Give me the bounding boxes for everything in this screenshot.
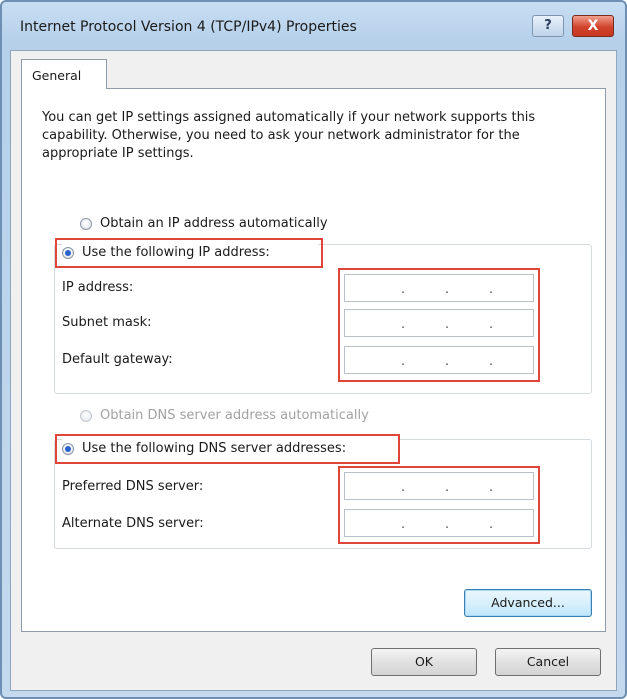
use-following-dns-label: Use the following DNS server addresses: [82,441,347,456]
use-following-ip-option[interactable]: Use the following IP address: [62,242,318,264]
window-title: Internet Protocol Version 4 (TCP/IPv4) P… [20,19,357,35]
close-button[interactable]: X [572,15,614,37]
subnet-mask-label: Subnet mask: [62,315,152,330]
dialog-window: Internet Protocol Version 4 (TCP/IPv4) P… [0,0,627,699]
ok-button[interactable]: OK [371,648,477,676]
title-bar[interactable]: Internet Protocol Version 4 (TCP/IPv4) P… [2,2,625,50]
default-gateway-input[interactable]: ... [344,346,534,374]
cancel-button[interactable]: Cancel [495,648,601,676]
preferred-dns-input[interactable]: ... [344,472,534,500]
obtain-ip-auto-label: Obtain an IP address automatically [100,216,328,231]
default-gateway-label: Default gateway: [62,352,173,367]
use-following-dns-radio[interactable] [62,443,74,455]
obtain-dns-auto-label: Obtain DNS server address automatically [100,408,369,423]
use-following-ip-radio[interactable] [62,247,74,259]
ip-address-input[interactable]: ... [344,274,534,302]
tab-general[interactable]: General [21,59,107,89]
dialog-client-area: General You can get IP settings assigned… [10,50,617,691]
use-following-ip-label: Use the following IP address: [82,245,270,260]
subnet-mask-input[interactable]: ... [344,309,534,337]
use-following-dns-option[interactable]: Use the following DNS server addresses: [62,438,398,460]
preferred-dns-label: Preferred DNS server: [62,479,204,494]
obtain-dns-auto-radio[interactable] [80,410,92,422]
general-tab-panel: You can get IP settings assigned automat… [21,88,606,632]
intro-text: You can get IP settings assigned automat… [42,110,536,161]
help-button[interactable]: ? [532,15,564,37]
ip-address-label: IP address: [62,280,134,295]
alternate-dns-input[interactable]: ... [344,509,534,537]
alternate-dns-label: Alternate DNS server: [62,516,204,531]
advanced-button[interactable]: Advanced... [464,589,592,617]
obtain-ip-auto-radio[interactable] [80,218,92,230]
